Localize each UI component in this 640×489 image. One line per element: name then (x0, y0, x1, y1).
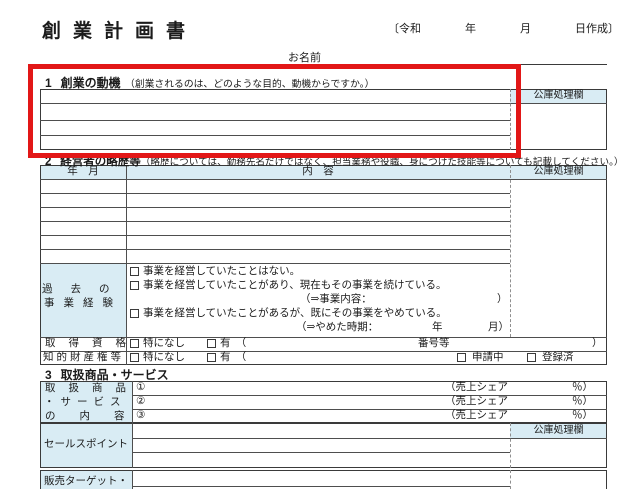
col-header-content: 内 容 (126, 165, 510, 179)
sales-points-label: セールスポイント (44, 438, 128, 452)
col-header-date: 年 月 (40, 165, 126, 179)
sales-share-pct: ％） (572, 409, 593, 423)
koko-header-label-3: 公庫処理欄 (510, 424, 607, 438)
checkbox-current-business (130, 281, 139, 290)
past-experience-label-1: 過去の (42, 283, 124, 297)
quit-business-year: 年 (432, 321, 443, 335)
quit-business-close: 月） (488, 321, 509, 335)
past-experience-label-2: 事業経験 (42, 297, 124, 311)
products-label-2: ・サービス (44, 396, 127, 410)
sales-share-pct: ％） (572, 381, 593, 395)
label-column-divider (132, 423, 133, 468)
checkbox-no-experience (130, 267, 139, 276)
checkbox-qual-none (130, 339, 139, 348)
table-line (40, 263, 510, 264)
table-line (40, 249, 510, 250)
checkbox-qual-have (207, 339, 216, 348)
product-item-number: ③ (136, 409, 145, 423)
date-column-divider (126, 165, 127, 365)
sales-share-label: （売上シェア (445, 395, 508, 409)
checkbox-ip-applying (457, 353, 466, 362)
ip-none-label: 特になし (143, 351, 185, 365)
koko-column-divider (510, 470, 511, 489)
ip-have-label: 有 （ (220, 351, 246, 365)
checkbox-ip-none (130, 353, 139, 362)
koko-header-label-1: 公庫処理欄 (510, 89, 607, 103)
ip-applying-label: 申請中 (472, 351, 504, 365)
products-label-3: の内容 (45, 410, 149, 424)
option-no-experience: 事業を経営していたことはない。 (143, 265, 300, 279)
section3-name: 取扱商品・サービス (61, 368, 169, 382)
table-line (132, 438, 607, 439)
table-line (40, 193, 510, 194)
current-business-detail: （⇒事業内容： (300, 293, 372, 307)
sales-target-label: 販売ターゲット・ (44, 475, 128, 489)
sales-share-label: （売上シェア (445, 409, 508, 423)
checkbox-ip-registered (527, 353, 536, 362)
table-line (132, 395, 607, 396)
sales-share-pct: ％） (572, 395, 593, 409)
option-current-business: 事業を経営していたことがあり、現在もその事業を続けている。 (143, 279, 447, 293)
ip-label: 知的財産権等 (43, 351, 124, 365)
table-line (132, 409, 607, 410)
name-label: お名前 (288, 51, 321, 65)
highlight-annotation-box (28, 64, 521, 158)
creation-date-note: 〔令和 年 月 日作成〕 (388, 22, 619, 36)
option-quit-business: 事業を経営していたことがあるが、既にその事業をやめている。 (143, 307, 447, 321)
business-plan-form-page: 創業計画書 〔令和 年 月 日作成〕 お名前 1 創業の動機 （創業されるのは、… (0, 0, 640, 489)
table-line (40, 207, 510, 208)
table-line (132, 452, 510, 453)
product-item-number: ② (136, 395, 145, 409)
koko-header-label-2: 公庫処理欄 (510, 165, 607, 179)
table-line (132, 486, 510, 487)
qual-number-label: 番号等 (418, 337, 450, 351)
quit-business-detail: （⇒やめた時期： (296, 321, 378, 335)
current-business-close: ） (497, 293, 508, 307)
sales-share-label: （売上シェア (445, 381, 508, 395)
table-line (40, 235, 510, 236)
koko-column-divider (510, 165, 511, 337)
qual-close-paren: ） (592, 337, 603, 351)
section3-number: 3 (45, 368, 52, 382)
qualification-label: 取得資格 (45, 337, 139, 351)
checkbox-quit-business (130, 309, 139, 318)
qual-have-label: 有 （ (220, 337, 246, 351)
page-title: 創業計画書 (42, 16, 197, 43)
checkbox-ip-have (207, 353, 216, 362)
table-line (40, 351, 607, 352)
ip-registered-label: 登録済 (542, 351, 574, 365)
qual-none-label: 特になし (143, 337, 185, 351)
table-line (40, 221, 510, 222)
product-item-number: ① (136, 381, 145, 395)
products-label-1: 取扱商品 (45, 382, 139, 396)
